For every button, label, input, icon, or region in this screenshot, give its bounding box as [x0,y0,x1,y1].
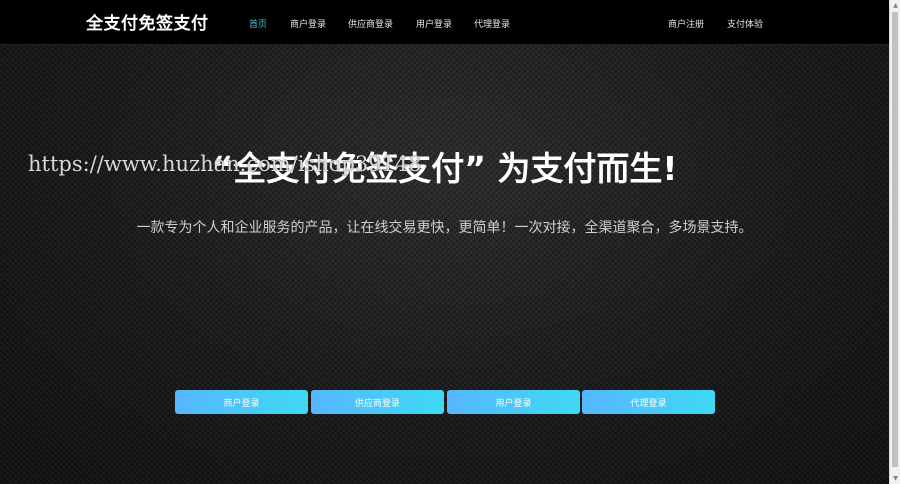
nav-supplier-login[interactable]: 供应商登录 [348,17,393,30]
supplier-login-button[interactable]: 供应商登录 [311,390,444,414]
nav-user-login[interactable]: 用户登录 [416,17,452,30]
nav-merchant-login[interactable]: 商户登录 [290,17,326,30]
nav-merchant-register[interactable]: 商户注册 [668,17,704,30]
nav-agent-login[interactable]: 代理登录 [474,17,510,30]
merchant-login-button[interactable]: 商户登录 [175,390,308,414]
vertical-scrollbar[interactable]: ▲ ▼ [889,0,900,484]
brand-logo[interactable]: 全支付免签支付 [86,9,209,34]
watermark-url: https://www.huzhan.com/ishop39148 [28,152,422,176]
user-login-button[interactable]: 用户登录 [447,390,580,414]
hero-subtitle: 一款专为个人和企业服务的产品，让在线交易更快，更简单！一次对接，全渠道聚合，多场… [136,220,753,236]
down-arrow-icon[interactable]: ▼ [890,473,900,484]
nav-payment-experience[interactable]: 支付体验 [727,17,763,30]
scrollbar-thumb[interactable] [892,12,898,467]
agent-login-button[interactable]: 代理登录 [582,390,715,414]
page: 全支付免签支付 首页 商户登录 供应商登录 用户登录 代理登录 商户注册 支付体… [0,0,889,484]
up-arrow-icon[interactable]: ▲ [890,0,900,11]
top-navbar: 全支付免签支付 首页 商户登录 供应商登录 用户登录 代理登录 商户注册 支付体… [0,0,889,45]
nav-home[interactable]: 首页 [249,17,267,30]
